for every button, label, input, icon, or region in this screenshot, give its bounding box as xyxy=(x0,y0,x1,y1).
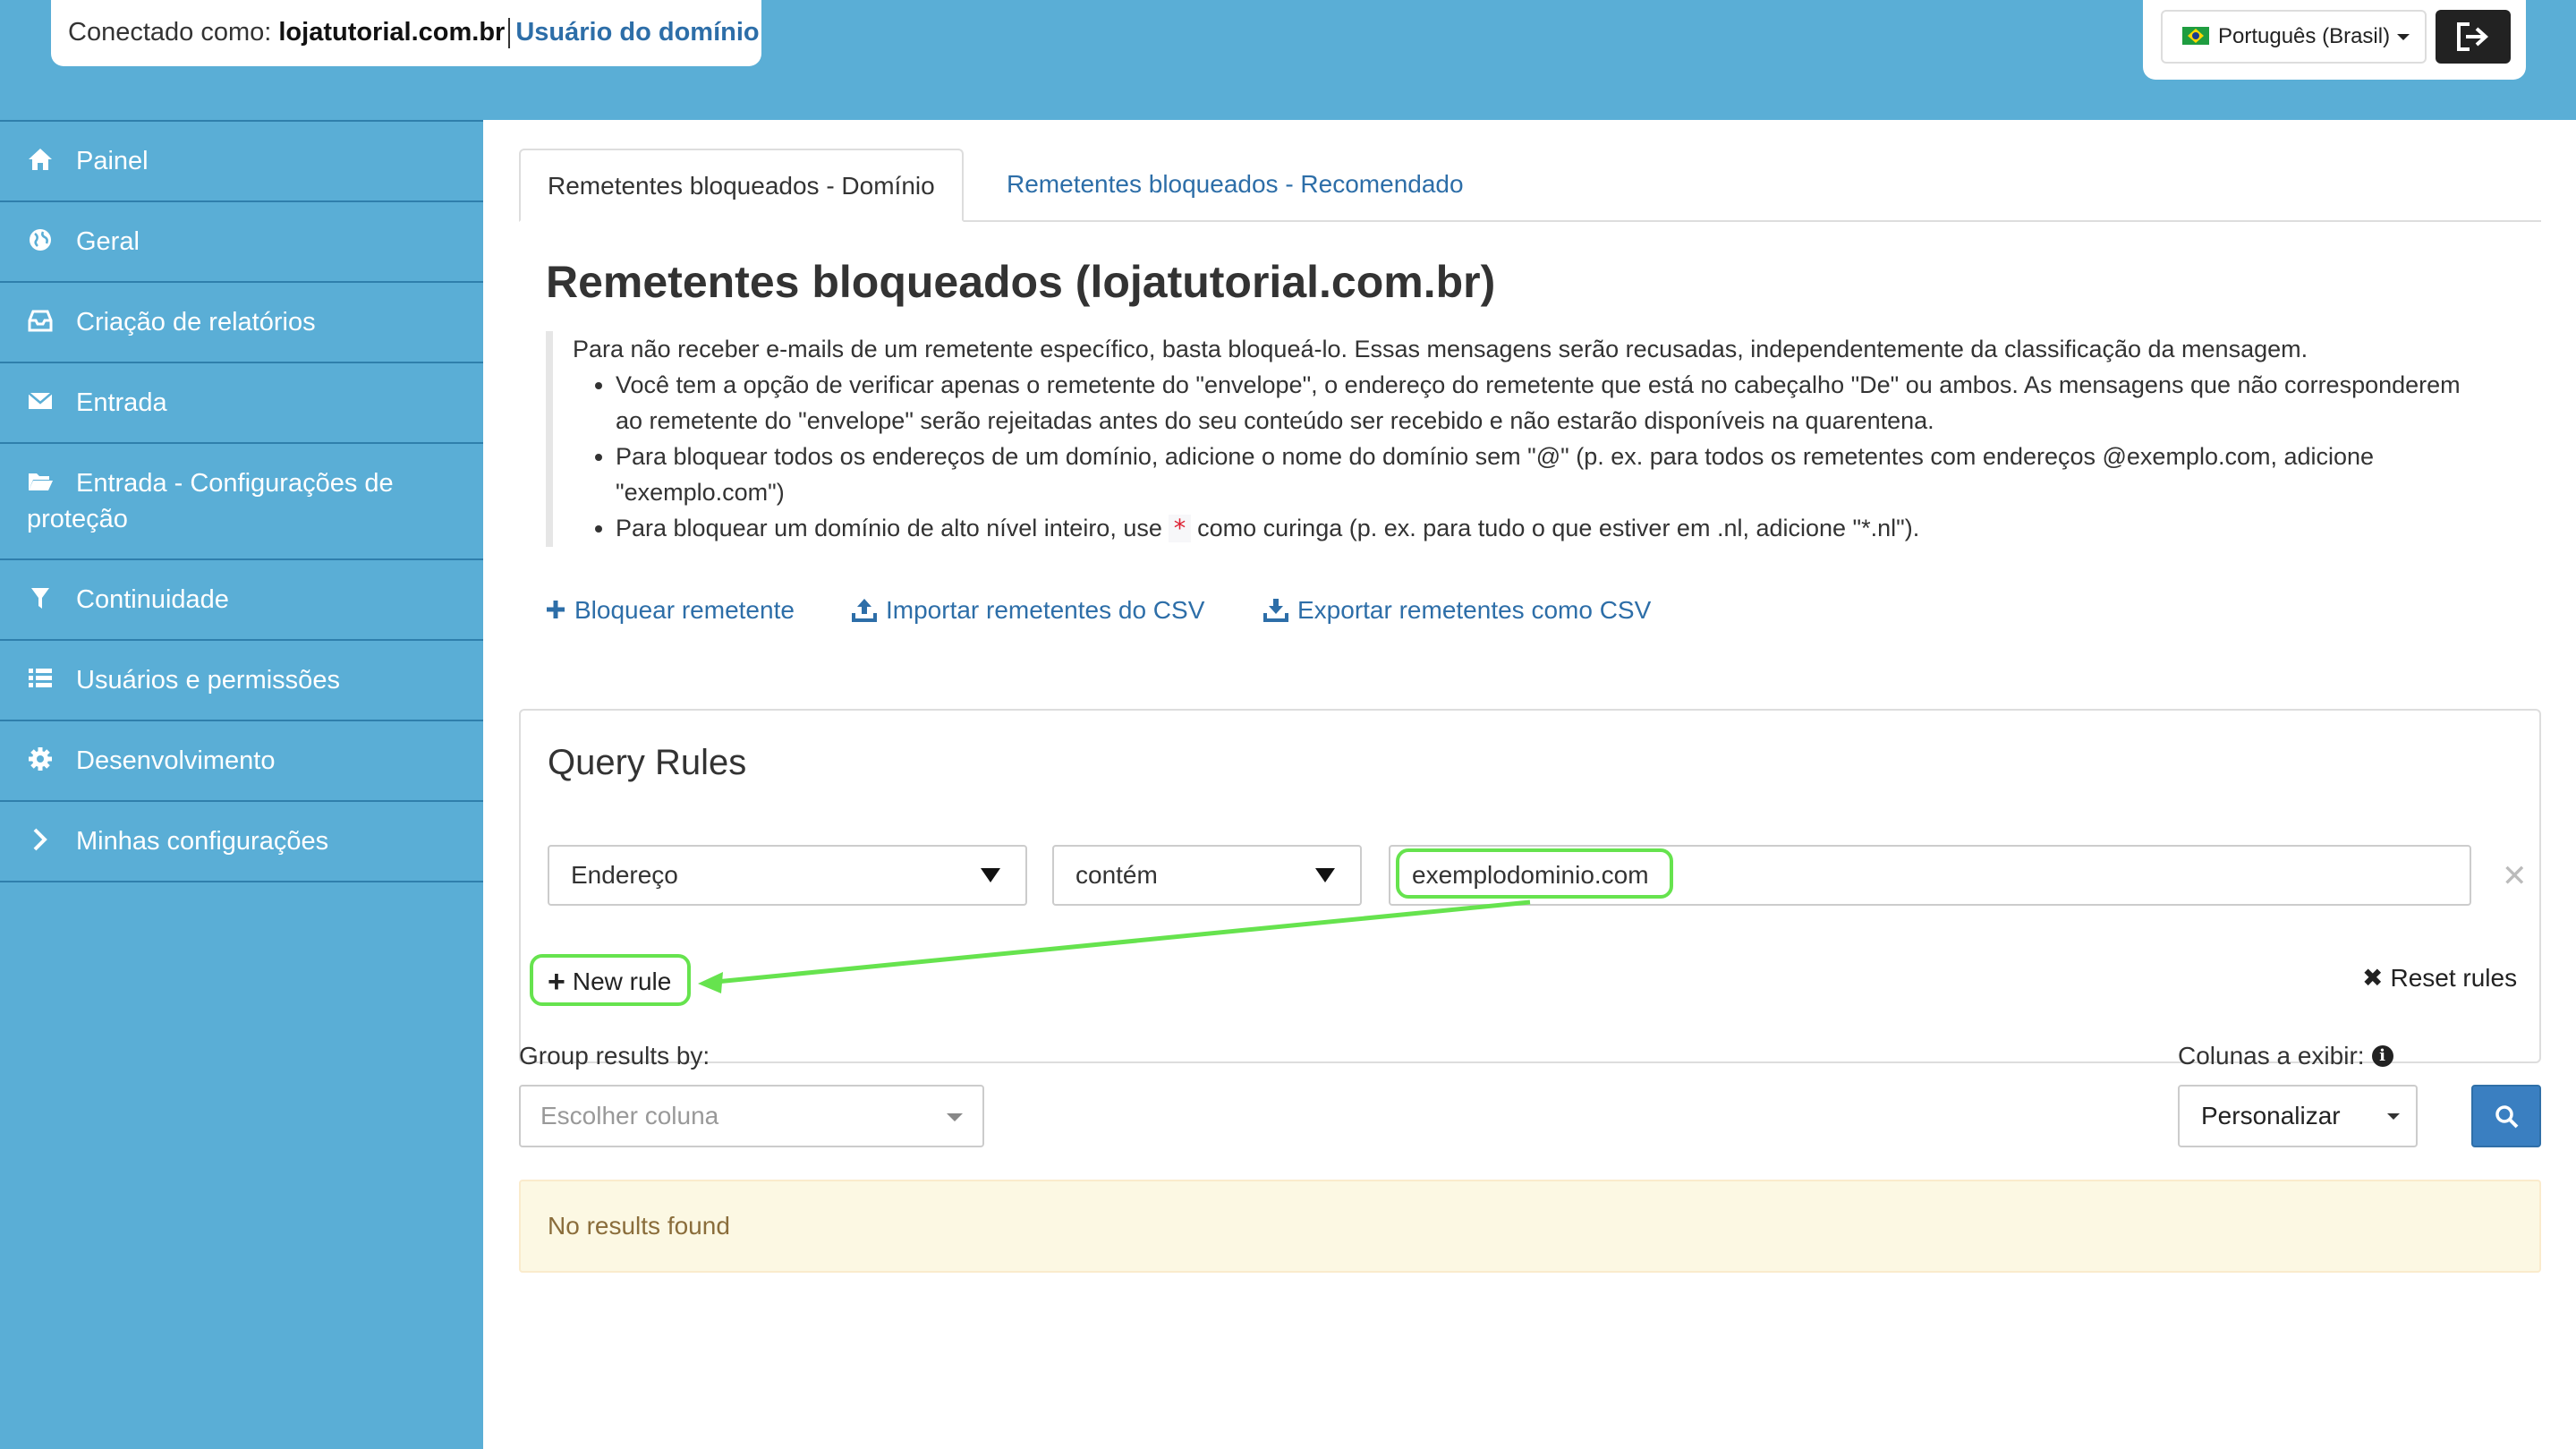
import-csv-link[interactable]: Importar remetentes do CSV xyxy=(852,596,1204,625)
login-prefix: Conectado como: xyxy=(68,18,279,47)
download-icon xyxy=(1263,598,1288,622)
caret-down-icon xyxy=(2387,1113,2400,1120)
main-content: Remetentes bloqueados - Domínio Remetent… xyxy=(483,120,2576,1449)
logout-icon xyxy=(2457,22,2488,51)
page-title: Remetentes bloqueados (lojatutorial.com.… xyxy=(546,257,1496,307)
search-button[interactable] xyxy=(2471,1085,2541,1147)
sidebar-item-label: Geral xyxy=(76,227,140,256)
gear-icon xyxy=(29,747,52,771)
columns-select[interactable]: Personalizar xyxy=(2178,1085,2418,1147)
help-list: Você tem a opção de verificar apenas o r… xyxy=(573,367,2487,547)
sidebar-item-continuidade[interactable]: Continuidade xyxy=(0,558,483,639)
sidebar-item-label: Usuários e permissões xyxy=(76,666,340,695)
close-icon: ✖ xyxy=(2362,964,2384,992)
sidebar-item-painel[interactable]: Painel xyxy=(0,120,483,200)
globe-icon xyxy=(30,229,51,251)
logout-button[interactable] xyxy=(2436,10,2511,64)
sidebar-item-entrada[interactable]: Entrada xyxy=(0,362,483,442)
login-info: Conectado como: lojatutorial.com.br Usuár… xyxy=(51,0,761,66)
columns-select-value: Personalizar xyxy=(2201,1102,2341,1129)
columns-label-text: Colunas a exibir: xyxy=(2178,1042,2365,1070)
wildcard-code: * xyxy=(1169,515,1191,542)
plus-icon: + xyxy=(548,965,565,999)
folder-open-icon xyxy=(29,473,53,490)
group-by-placeholder: Escolher coluna xyxy=(540,1102,719,1129)
caret-down-icon xyxy=(1315,868,1335,882)
help-bullet: Para bloquear todos os endereços de um d… xyxy=(616,439,2487,510)
language-label: Português (Brasil) xyxy=(2218,24,2391,48)
help-intro: Para não receber e-mails de um remetente… xyxy=(573,336,2308,362)
tab-bloqueados-recomendado[interactable]: Remetentes bloqueados - Recomendado xyxy=(980,149,1491,220)
caret-down-icon xyxy=(2397,34,2410,41)
tab-bloqueados-dominio[interactable]: Remetentes bloqueados - Domínio xyxy=(519,149,964,222)
sidebar-item-minhas-configuracoes[interactable]: Minhas configurações xyxy=(0,800,483,882)
caret-down-icon xyxy=(947,1113,963,1121)
login-role-link[interactable]: Usuário do domínio xyxy=(515,18,759,47)
chevron-right-icon xyxy=(33,828,47,851)
language-dropdown[interactable]: Português (Brasil) xyxy=(2161,10,2427,64)
import-csv-label: Importar remetentes do CSV xyxy=(886,596,1205,624)
reset-rules-label: Reset rules xyxy=(2390,964,2518,992)
plus-icon xyxy=(547,600,565,618)
search-icon xyxy=(2495,1105,2519,1129)
filter-icon xyxy=(31,588,49,609)
upload-icon xyxy=(852,598,877,622)
highlight-annotation xyxy=(1396,848,1673,899)
sidebar-item-label: Continuidade xyxy=(76,585,229,614)
sidebar-item-geral[interactable]: Geral xyxy=(0,200,483,281)
sidebar-item-label: Entrada xyxy=(76,388,167,417)
columns-label: Colunas a exibir: i xyxy=(2178,1042,2393,1070)
help-bullet: Para bloquear um domínio de alto nível i… xyxy=(616,510,2487,547)
sidebar-item-desenvolvimento[interactable]: Desenvolvimento xyxy=(0,720,483,800)
query-rules-title: Query Rules xyxy=(548,743,747,782)
new-rule-label: New rule xyxy=(572,967,672,995)
help-description: Para não receber e-mails de um remetente… xyxy=(546,331,2487,547)
list-icon xyxy=(29,669,52,687)
new-rule-button[interactable]: + New rule xyxy=(530,954,691,1006)
export-csv-link[interactable]: Exportar remetentes como CSV xyxy=(1263,596,1651,625)
group-by-label: Group results by: xyxy=(519,1042,710,1070)
field-select-value: Endereço xyxy=(571,861,678,889)
info-icon[interactable]: i xyxy=(2371,1044,2393,1067)
login-domain: lojatutorial.com.br xyxy=(278,18,506,47)
block-sender-label: Bloquear remetente xyxy=(574,596,795,624)
sidebar-item-label: Minhas configurações xyxy=(76,827,329,856)
sidebar-item-label: Painel xyxy=(76,147,149,175)
envelope-icon xyxy=(28,392,53,409)
block-sender-link[interactable]: Bloquear remetente xyxy=(546,596,795,625)
query-rules-panel: Query Rules Endereço contém exemplodomin… xyxy=(519,709,2541,1063)
reset-rules-button[interactable]: ✖ Reset rules xyxy=(2362,963,2517,993)
sidebar-item-protecao[interactable]: Entrada - Configurações de proteção xyxy=(0,442,483,558)
sidebar-item-usuarios[interactable]: Usuários e permissões xyxy=(0,639,483,720)
help-bullet-text: como curinga (p. ex. para tudo o que est… xyxy=(1190,515,1920,541)
operator-select-value: contém xyxy=(1075,861,1158,889)
sidebar: Painel Geral Criação de relatórios Entra… xyxy=(0,120,483,882)
sidebar-item-label: Entrada - Configurações de proteção xyxy=(27,469,394,533)
home-icon xyxy=(29,149,52,170)
field-select[interactable]: Endereço xyxy=(548,845,1027,906)
help-bullet-text: Para bloquear um domínio de alto nível i… xyxy=(616,515,1169,541)
sidebar-item-relatorios[interactable]: Criação de relatórios xyxy=(0,281,483,362)
inbox-icon xyxy=(28,310,53,332)
help-bullet: Você tem a opção de verificar apenas o r… xyxy=(616,367,2487,439)
sidebar-item-label: Desenvolvimento xyxy=(76,746,276,775)
remove-rule-icon[interactable]: ✕ xyxy=(2502,858,2528,894)
header-controls: Português (Brasil) xyxy=(2143,0,2526,80)
tab-bar: Remetentes bloqueados - Domínio Remetent… xyxy=(519,149,2541,222)
no-results-alert: No results found xyxy=(519,1180,2541,1273)
brazil-flag-icon xyxy=(2182,26,2209,45)
caret-down-icon xyxy=(981,868,1000,882)
export-csv-label: Exportar remetentes como CSV xyxy=(1297,596,1652,624)
group-by-select[interactable]: Escolher coluna xyxy=(519,1085,984,1147)
login-separator xyxy=(508,18,511,49)
sidebar-item-label: Criação de relatórios xyxy=(76,308,316,337)
operator-select[interactable]: contém xyxy=(1052,845,1362,906)
